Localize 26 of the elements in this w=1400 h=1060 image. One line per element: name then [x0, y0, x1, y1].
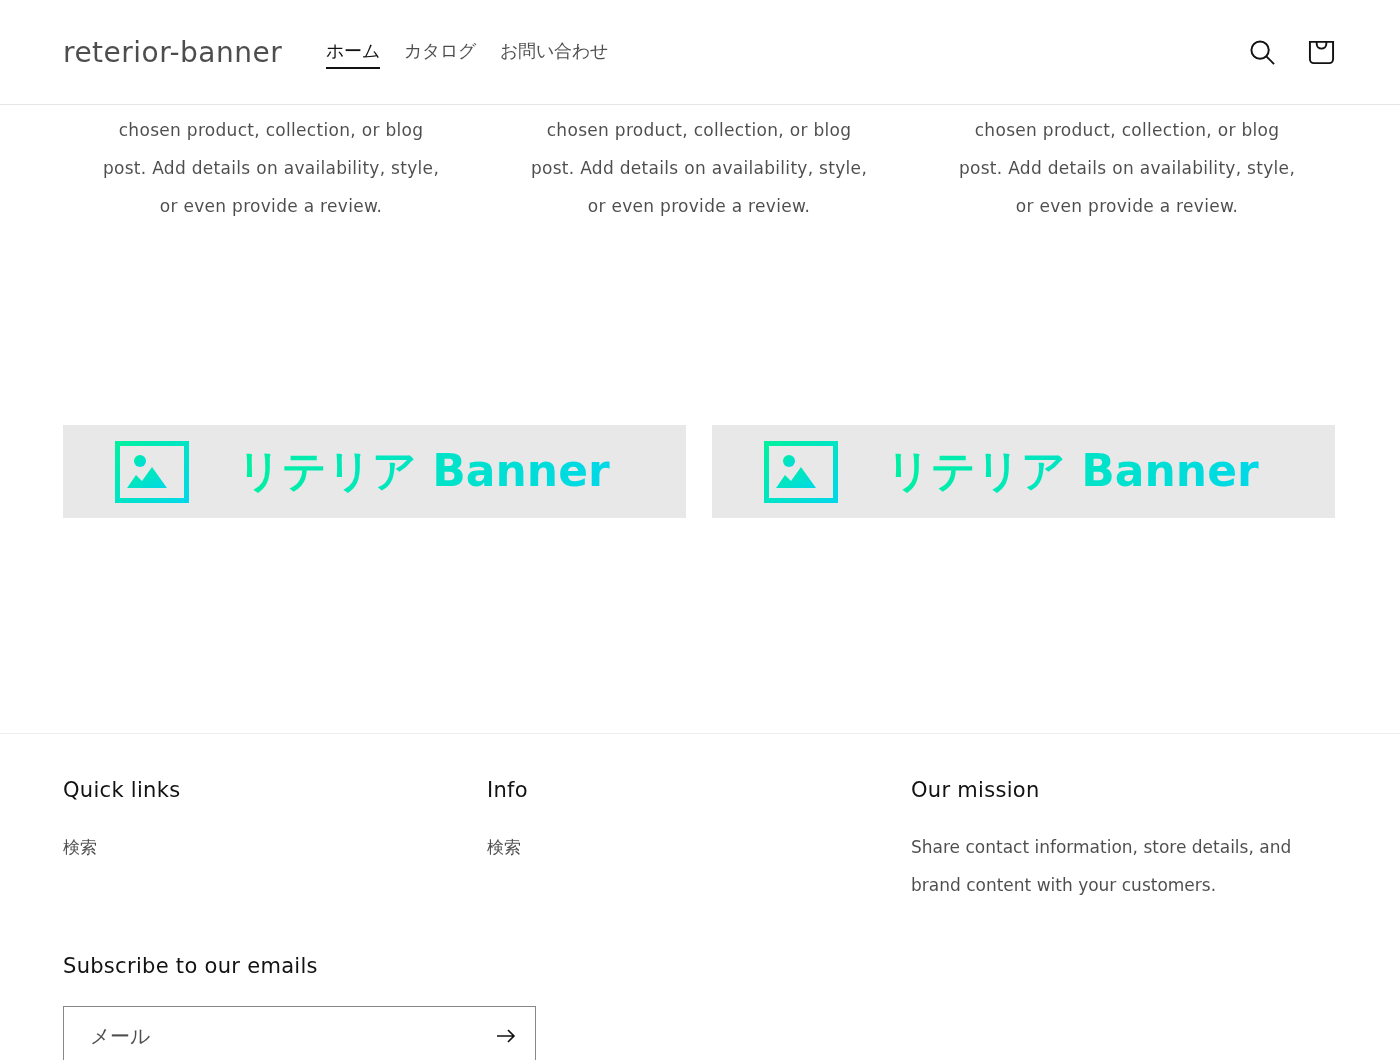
image-icon	[115, 440, 189, 503]
text-line: chosen product, collection, or blog	[973, 119, 1281, 142]
subscribe-heading: Subscribe to our emails	[63, 954, 319, 978]
email-field[interactable]: メール	[63, 1006, 536, 1060]
text-line: chosen product, collection, or blog	[117, 119, 425, 142]
site-logo[interactable]: reterior-banner	[63, 35, 283, 69]
nav-link[interactable]: お問い合わせ	[500, 35, 609, 69]
image-icon	[764, 440, 838, 503]
footer-heading: Info	[487, 778, 529, 802]
arrow-icon[interactable]	[496, 1029, 516, 1043]
mission-text: Share contact information, store details, and brand content with your customers.	[911, 836, 1293, 897]
nav-link[interactable]: カタログ	[404, 35, 477, 69]
text-line: post. Add details on availability, style,	[529, 157, 869, 180]
text-line: post. Add details on availability, style,	[957, 157, 1297, 180]
cart-icon[interactable]	[1308, 38, 1335, 66]
search-icon[interactable]	[1249, 38, 1276, 66]
nav-link[interactable]: ホーム	[326, 35, 381, 69]
footer-heading: Quick links	[63, 778, 182, 802]
text-line: or even provide a review.	[1014, 195, 1240, 218]
text-line: chosen product, collection, or blog	[545, 119, 853, 142]
footer-link[interactable]: 検索	[487, 837, 521, 857]
text-line: or even provide a review.	[586, 195, 812, 218]
text-line: post. Add details on availability, style,	[101, 157, 441, 180]
footer-link[interactable]: 検索	[63, 837, 97, 857]
text-line: or even provide a review.	[158, 195, 384, 218]
footer-heading: Our mission	[911, 778, 1041, 802]
